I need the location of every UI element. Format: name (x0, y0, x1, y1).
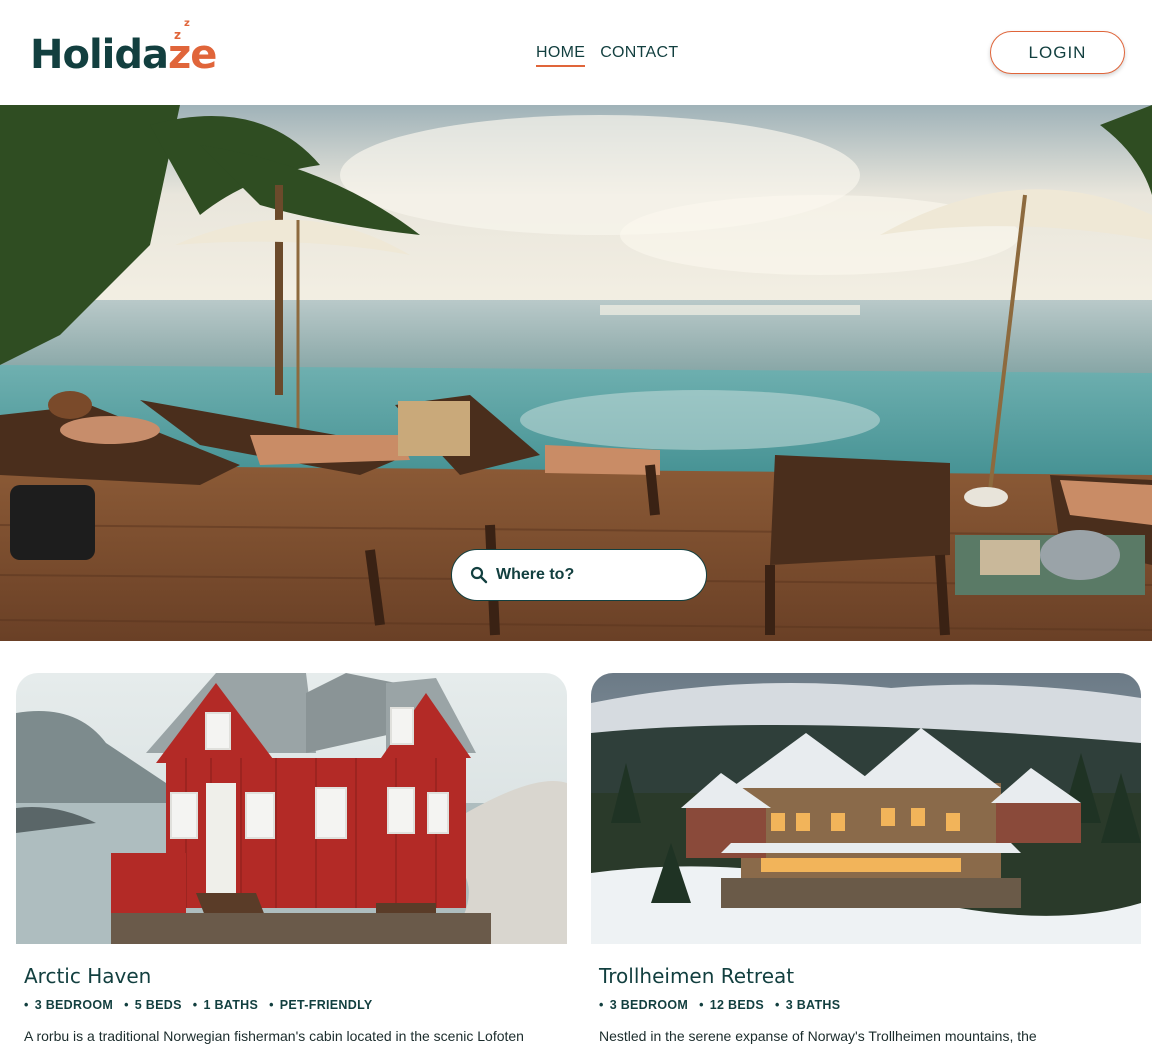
venue-image[interactable] (16, 673, 567, 944)
venue-title[interactable]: Trollheimen Retreat (591, 964, 1141, 988)
nav-contact-link[interactable]: CONTACT (600, 44, 678, 67)
venue-card[interactable]: Arctic Haven 3 BEDROOM 5 BEDS 1 BATHS PE… (16, 673, 567, 1046)
feature-pet-friendly: PET-FRIENDLY (269, 998, 372, 1012)
venue-image[interactable] (591, 673, 1141, 944)
mountain-lodge-image (591, 673, 1141, 944)
destination-search[interactable]: Where to? (451, 549, 707, 601)
feature-bedrooms: 3 BEDROOM (24, 998, 113, 1012)
feature-baths: 1 BATHS (193, 998, 258, 1012)
search-placeholder: Where to? (496, 566, 575, 583)
logo-z-mark: z (174, 28, 181, 42)
feature-beds: 12 BEDS (699, 998, 764, 1012)
feature-bedrooms: 3 BEDROOM (599, 998, 688, 1012)
hero-banner: Where to? (0, 105, 1152, 641)
login-button[interactable]: LOGIN (990, 31, 1125, 74)
holidaze-logo[interactable]: Holidaze z z (30, 18, 220, 78)
feature-baths: 3 BATHS (775, 998, 840, 1012)
nav-home-link[interactable]: HOME (536, 44, 586, 67)
site-header: Holidaze z z HOME CONTACT LOGIN (0, 0, 1152, 105)
search-icon (470, 566, 488, 584)
venue-description: A rorbu is a traditional Norwegian fishe… (24, 1028, 524, 1044)
main-nav: HOME CONTACT (536, 44, 678, 67)
feature-beds: 5 BEDS (124, 998, 182, 1012)
venue-features: 3 BEDROOM 12 BEDS 3 BATHS (591, 998, 1141, 1012)
venue-description: Nestled in the serene expanse of Norway'… (599, 1028, 1037, 1044)
logo-z-mark: z (184, 18, 190, 29)
venue-features: 3 BEDROOM 5 BEDS 1 BATHS PET-FRIENDLY (16, 998, 567, 1012)
venue-title[interactable]: Arctic Haven (16, 964, 567, 988)
logo-wordmark: Holidaze (30, 32, 217, 78)
red-cabin-image (16, 673, 567, 944)
venue-card[interactable]: Trollheimen Retreat 3 BEDROOM 12 BEDS 3 … (591, 673, 1141, 1046)
